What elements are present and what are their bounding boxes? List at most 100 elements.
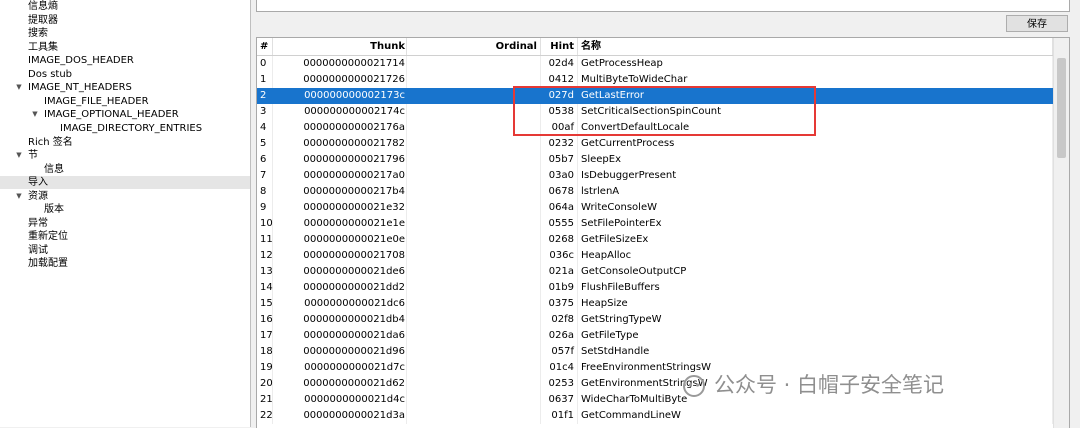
tree-item-label: 信息	[44, 163, 64, 175]
cell-thunk: 000000000002174c	[273, 104, 407, 120]
column-header-index[interactable]: #	[257, 38, 273, 55]
cell-hint: 057f	[541, 344, 578, 360]
cell-hint: 0412	[541, 72, 578, 88]
column-header-hint[interactable]: Hint	[541, 38, 578, 55]
table-row[interactable]: 14 0000000000021dd2 01b9 FlushFileBuffers	[257, 280, 1053, 296]
expand-arrow-icon[interactable]: ▼	[15, 81, 23, 94]
expand-arrow-icon[interactable]: ▼	[15, 149, 23, 162]
table-row[interactable]: 3 000000000002174c 0538 SetCriticalSectionS…	[257, 104, 1053, 120]
cell-index: 21	[257, 392, 273, 408]
imports-table[interactable]: # Thunk Ordinal Hint 名称 0 000000000002171…	[256, 37, 1070, 428]
cell-ordinal	[407, 296, 541, 312]
tree-item[interactable]: 信息	[0, 163, 250, 176]
column-header-thunk[interactable]: Thunk	[273, 38, 407, 55]
tree-item[interactable]: 提取器	[0, 14, 250, 27]
cell-hint: 0678	[541, 184, 578, 200]
tree-item[interactable]: ▼ 节	[0, 149, 250, 162]
vertical-scrollbar[interactable]	[1053, 38, 1069, 428]
table-row[interactable]: 11 0000000000021e0e 0268 GetFileSizeEx	[257, 232, 1053, 248]
tree-item[interactable]: 版本	[0, 203, 250, 216]
expand-arrow-icon[interactable]: ▼	[15, 190, 23, 203]
table-row[interactable]: 15 0000000000021dc6 0375 HeapSize	[257, 296, 1053, 312]
tree-item-label: IMAGE_FILE_HEADER	[44, 95, 149, 107]
tree-item[interactable]: ▼ IMAGE_NT_HEADERS	[0, 81, 250, 94]
cell-index: 13	[257, 264, 273, 280]
table-row[interactable]: 13 0000000000021de6 021a GetConsoleOutputCP	[257, 264, 1053, 280]
table-row[interactable]: 1 0000000000021726 0412 MultiByteToWideChar	[257, 72, 1053, 88]
table-row[interactable]: 6 0000000000021796 05b7 SleepEx	[257, 152, 1053, 168]
table-row[interactable]: 5 0000000000021782 0232 GetCurrentProcess	[257, 136, 1053, 152]
cell-name: SetFilePointerEx	[578, 216, 1053, 232]
tree-item[interactable]: 重新定位	[0, 230, 250, 243]
cell-name: GetFileType	[578, 328, 1053, 344]
cell-thunk: 00000000000217a0	[273, 168, 407, 184]
table-row[interactable]: 22 0000000000021d3a 01f1 GetCommandLineW	[257, 408, 1053, 424]
cell-ordinal	[407, 376, 541, 392]
tree-item-label: 重新定位	[28, 231, 68, 243]
table-row[interactable]: 8 00000000000217b4 0678 lstrlenA	[257, 184, 1053, 200]
cell-ordinal	[407, 264, 541, 280]
cell-hint: 02f8	[541, 312, 578, 328]
cell-thunk: 0000000000021d4c	[273, 392, 407, 408]
cell-thunk: 0000000000021714	[273, 56, 407, 72]
cell-hint: 00af	[541, 120, 578, 136]
tree-item[interactable]: 异常	[0, 217, 250, 230]
tree-item[interactable]: Dos stub	[0, 68, 250, 81]
cell-thunk: 000000000002176a	[273, 120, 407, 136]
navigation-tree[interactable]: 信息熵 提取器 搜索 工具集 IMAGE_DOS_HEADER Dos stub ▼ IMAG…	[0, 0, 251, 427]
cell-ordinal	[407, 392, 541, 408]
tree-item[interactable]: IMAGE_FILE_HEADER	[0, 95, 250, 108]
column-header-ordinal[interactable]: Ordinal	[407, 38, 541, 55]
tree-item[interactable]: 信息熵	[0, 0, 250, 13]
table-row[interactable]: 7 00000000000217a0 03a0 IsDebuggerPresent	[257, 168, 1053, 184]
cell-name: lstrlenA	[578, 184, 1053, 200]
tree-item[interactable]: IMAGE_DIRECTORY_ENTRIES	[0, 122, 250, 135]
table-row[interactable]: 16 0000000000021db4 02f8 GetStringTypeW	[257, 312, 1053, 328]
cell-name: ConvertDefaultLocale	[578, 120, 1053, 136]
tree-item[interactable]: 工具集	[0, 41, 250, 54]
table-row[interactable]: 9 0000000000021e32 064a WriteConsoleW	[257, 200, 1053, 216]
cell-ordinal	[407, 280, 541, 296]
cell-ordinal	[407, 184, 541, 200]
table-row[interactable]: 0 0000000000021714 02d4 GetProcessHeap	[257, 56, 1053, 72]
cell-thunk: 0000000000021dc6	[273, 296, 407, 312]
cell-ordinal	[407, 312, 541, 328]
table-row[interactable]: 4 000000000002176a 00af ConvertDefaultLocal…	[257, 120, 1053, 136]
cell-ordinal	[407, 232, 541, 248]
tree-item[interactable]: 加载配置	[0, 257, 250, 270]
cell-ordinal	[407, 88, 541, 104]
tree-item-label: Dos stub	[28, 68, 73, 80]
table-row[interactable]: 2 000000000002173c 027d GetLastError	[257, 88, 1053, 104]
tree-item[interactable]: 导入	[0, 176, 250, 190]
tree-item[interactable]: Rich 签名	[0, 136, 250, 149]
cell-hint: 0232	[541, 136, 578, 152]
cell-thunk: 0000000000021dd2	[273, 280, 407, 296]
cell-ordinal	[407, 136, 541, 152]
cell-name: SetCriticalSectionSpinCount	[578, 104, 1053, 120]
cell-thunk: 00000000000217b4	[273, 184, 407, 200]
cell-name: GetCurrentProcess	[578, 136, 1053, 152]
cell-thunk: 0000000000021e0e	[273, 232, 407, 248]
tree-item[interactable]: IMAGE_DOS_HEADER	[0, 54, 250, 67]
tree-item[interactable]: 调试	[0, 244, 250, 257]
cell-ordinal	[407, 168, 541, 184]
cell-ordinal	[407, 104, 541, 120]
cell-index: 17	[257, 328, 273, 344]
tree-item[interactable]: ▼ 资源	[0, 190, 250, 203]
table-row[interactable]: 18 0000000000021d96 057f SetStdHandle	[257, 344, 1053, 360]
cell-thunk: 0000000000021e32	[273, 200, 407, 216]
cell-index: 6	[257, 152, 273, 168]
table-row[interactable]: 10 0000000000021e1e 0555 SetFilePointerEx	[257, 216, 1053, 232]
scrollbar-thumb[interactable]	[1057, 58, 1066, 158]
cell-hint: 064a	[541, 200, 578, 216]
cell-thunk: 0000000000021e1e	[273, 216, 407, 232]
column-header-name[interactable]: 名称	[578, 38, 1053, 55]
table-row[interactable]: 12 0000000000021708 036c HeapAlloc	[257, 248, 1053, 264]
tree-item[interactable]: ▼ IMAGE_OPTIONAL_HEADER	[0, 108, 250, 121]
save-button[interactable]: 保存	[1006, 15, 1068, 32]
tree-item-label: 节	[28, 150, 38, 162]
expand-arrow-icon[interactable]: ▼	[31, 108, 39, 121]
table-row[interactable]: 17 0000000000021da6 026a GetFileType	[257, 328, 1053, 344]
tree-item[interactable]: 搜索	[0, 27, 250, 40]
cell-ordinal	[407, 344, 541, 360]
